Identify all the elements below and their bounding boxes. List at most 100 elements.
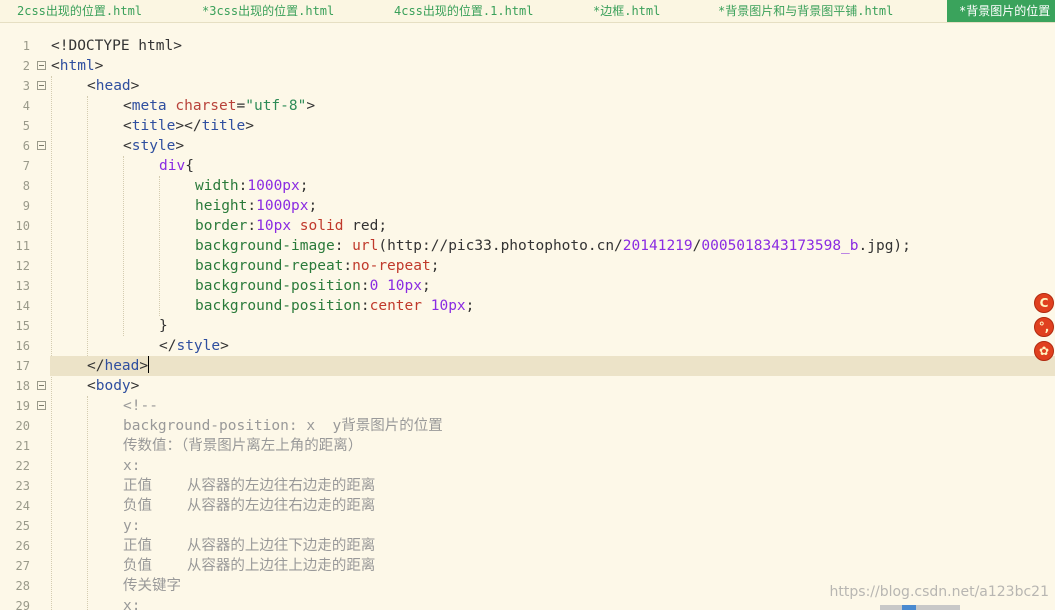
code-text: background-position: x y背景图片的位置 bbox=[123, 418, 443, 434]
line-number: 16 bbox=[15, 339, 30, 353]
csdn-c-icon[interactable]: C bbox=[1034, 293, 1054, 313]
code-text: <body> bbox=[87, 378, 140, 394]
fold-toggle-icon[interactable] bbox=[37, 81, 46, 90]
code-text: 正值 从容器的左边往右边走的距离 bbox=[123, 478, 376, 494]
code-line: 18 <body> bbox=[0, 376, 1055, 396]
code-text: background-image: url(http://pic33.photo… bbox=[195, 238, 911, 254]
tab-border[interactable]: *边框.html bbox=[593, 0, 660, 22]
code-text: 传关键字 bbox=[123, 578, 181, 594]
code-text: 负值 从容器的上边往上边走的距离 bbox=[123, 558, 376, 574]
code-text: 传数值：（背景图片离左上角的距离） bbox=[123, 438, 363, 454]
line-number: 14 bbox=[15, 299, 30, 313]
line-number: 10 bbox=[15, 219, 30, 233]
code-line: 3 <head> bbox=[0, 76, 1055, 96]
code-text: y: bbox=[123, 518, 141, 534]
fold-toggle-icon[interactable] bbox=[37, 401, 46, 410]
code-text: <head> bbox=[87, 78, 140, 94]
code-line: 16 </style> bbox=[0, 336, 1055, 356]
line-number: 12 bbox=[15, 259, 30, 273]
line-number: 13 bbox=[15, 279, 30, 293]
code-line: 5 <title></title> bbox=[0, 116, 1055, 136]
code-line: 8 width:1000px; bbox=[0, 176, 1055, 196]
code-line: 4 <meta charset="utf-8"> bbox=[0, 96, 1055, 116]
code-line: 12 background-repeat:no-repeat; bbox=[0, 256, 1055, 276]
code-line: 1 <!DOCTYPE html> bbox=[0, 36, 1055, 56]
line-number: 4 bbox=[22, 99, 30, 113]
code-text: <style> bbox=[123, 138, 185, 154]
code-text: background-repeat:no-repeat; bbox=[195, 258, 440, 274]
line-number: 20 bbox=[15, 419, 30, 433]
code-line: 13 background-position:0 10px; bbox=[0, 276, 1055, 296]
tab-background-position[interactable]: *背景图片的位置 bbox=[947, 0, 1055, 22]
fold-toggle-icon[interactable] bbox=[37, 141, 46, 150]
current-line-highlight bbox=[50, 356, 1055, 376]
line-number: 17 bbox=[15, 359, 30, 373]
code-line: 22 x: bbox=[0, 456, 1055, 476]
line-number: 2 bbox=[22, 59, 30, 73]
code-line: 6 <style> bbox=[0, 136, 1055, 156]
shortcut-icon[interactable]: °, bbox=[1034, 317, 1054, 337]
code-text: background-position:0 10px; bbox=[195, 278, 431, 294]
line-number: 24 bbox=[15, 499, 30, 513]
code-text: <!DOCTYPE html> bbox=[51, 38, 182, 54]
line-number: 25 bbox=[15, 519, 30, 533]
line-number: 26 bbox=[15, 539, 30, 553]
code-text: <meta charset="utf-8"> bbox=[123, 98, 316, 114]
code-text: div{ bbox=[159, 158, 194, 174]
line-number: 23 bbox=[15, 479, 30, 493]
code-line: 9 height:1000px; bbox=[0, 196, 1055, 216]
tab-2css[interactable]: 2css出现的位置.html bbox=[17, 0, 142, 22]
status-bar-fragment bbox=[880, 605, 960, 610]
code-text: border:10px solid red; bbox=[195, 218, 388, 234]
line-number: 15 bbox=[15, 319, 30, 333]
code-text: background-position:center 10px; bbox=[195, 298, 475, 314]
line-number: 6 bbox=[22, 139, 30, 153]
code-line: 15 } bbox=[0, 316, 1055, 336]
code-text: height:1000px; bbox=[195, 198, 318, 214]
code-line: 25 y: bbox=[0, 516, 1055, 536]
code-text: </head> bbox=[87, 356, 150, 374]
tab-background-repeat[interactable]: *背景图片和与背景图平铺.html bbox=[718, 0, 893, 22]
line-number: 7 bbox=[22, 159, 30, 173]
code-text: width:1000px; bbox=[195, 178, 309, 194]
code-line-current: 17 </head> bbox=[0, 356, 1055, 376]
code-text: </style> bbox=[159, 338, 229, 354]
code-line: 14 background-position:center 10px; bbox=[0, 296, 1055, 316]
line-number: 5 bbox=[22, 119, 30, 133]
code-text: 负值 从容器的左边往右边走的距离 bbox=[123, 498, 376, 514]
tab-bar: 2css出现的位置.html *3css出现的位置.html 4css出现的位置… bbox=[0, 0, 1055, 23]
code-editor[interactable]: 1 <!DOCTYPE html> 2 <html> 3 <head> 4 <m… bbox=[0, 36, 1055, 610]
tab-3css[interactable]: *3css出现的位置.html bbox=[202, 0, 334, 22]
watermark-text: https://blog.csdn.net/a123bc21 bbox=[829, 584, 1049, 600]
code-text: 正值 从容器的上边往下边走的距离 bbox=[123, 538, 376, 554]
code-text: <html> bbox=[51, 58, 104, 74]
code-line: 21 传数值：（背景图片离左上角的距离） bbox=[0, 436, 1055, 456]
line-number: 18 bbox=[15, 379, 30, 393]
tab-4css[interactable]: 4css出现的位置.1.html bbox=[394, 0, 533, 22]
code-text: x: bbox=[123, 458, 141, 474]
code-text: <title></title> bbox=[123, 118, 254, 134]
code-line: 20 background-position: x y背景图片的位置 bbox=[0, 416, 1055, 436]
line-number: 8 bbox=[22, 179, 30, 193]
line-number: 1 bbox=[22, 39, 30, 53]
code-line: 24 负值 从容器的左边往右边走的距离 bbox=[0, 496, 1055, 516]
line-number: 9 bbox=[22, 199, 30, 213]
line-number: 27 bbox=[15, 559, 30, 573]
code-line: 27 负值 从容器的上边往上边走的距离 bbox=[0, 556, 1055, 576]
fold-toggle-icon[interactable] bbox=[37, 381, 46, 390]
code-line: 26 正值 从容器的上边往下边走的距离 bbox=[0, 536, 1055, 556]
code-text: x: bbox=[123, 598, 141, 610]
fold-toggle-icon[interactable] bbox=[37, 61, 46, 70]
code-line: 23 正值 从容器的左边往右边走的距离 bbox=[0, 476, 1055, 496]
text-cursor bbox=[148, 356, 150, 373]
code-line: 11 background-image: url(http://pic33.ph… bbox=[0, 236, 1055, 256]
settings-gear-icon[interactable]: ✿ bbox=[1034, 341, 1054, 361]
code-text: <!-- bbox=[123, 398, 158, 414]
line-number: 19 bbox=[15, 399, 30, 413]
code-line: 10 border:10px solid red; bbox=[0, 216, 1055, 236]
code-line: 19 <!-- bbox=[0, 396, 1055, 416]
line-number: 3 bbox=[22, 79, 30, 93]
line-number: 21 bbox=[15, 439, 30, 453]
line-number: 22 bbox=[15, 459, 30, 473]
line-number: 28 bbox=[15, 579, 30, 593]
